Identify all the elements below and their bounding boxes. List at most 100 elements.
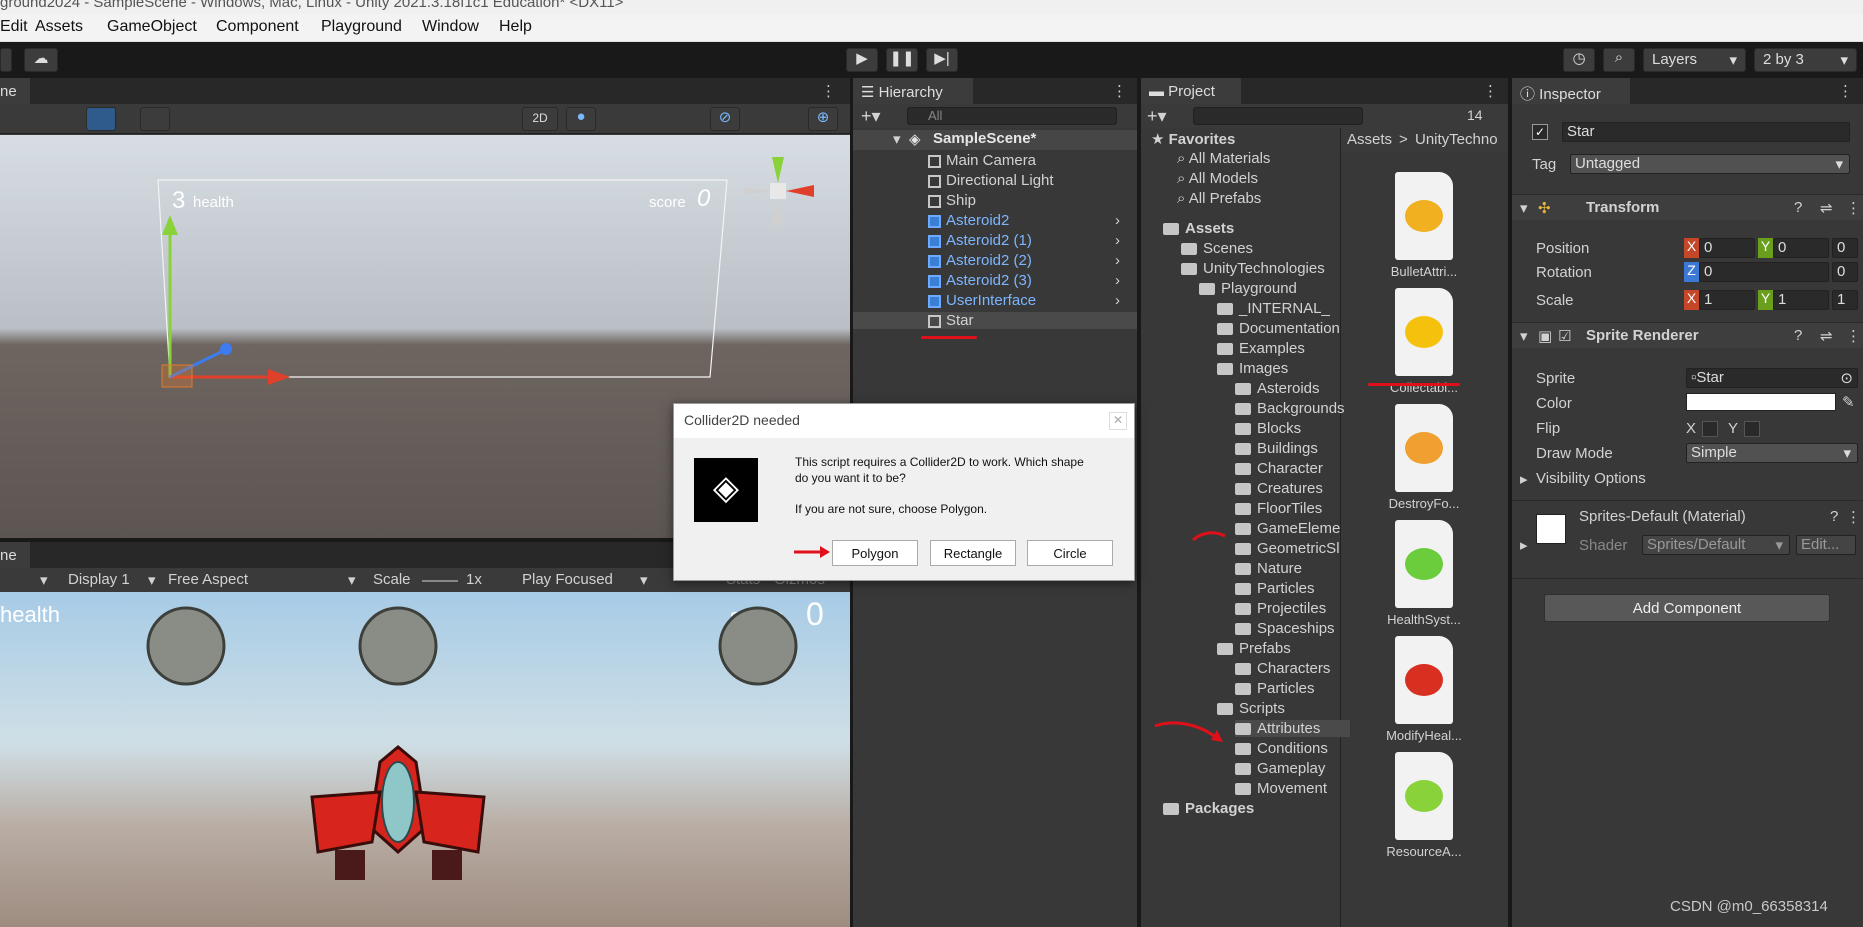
chevron-right-icon[interactable]: ›	[1115, 232, 1120, 249]
more-icon[interactable]: ⋮	[1846, 327, 1861, 345]
flip-x-checkbox[interactable]	[1702, 421, 1718, 437]
menu-playground[interactable]: Playground	[321, 18, 402, 36]
hierarchy-item[interactable]: Star	[853, 312, 1137, 329]
menu-window[interactable]: Window	[422, 18, 479, 36]
hierarchy-item[interactable]: UserInterface ›	[928, 292, 1128, 309]
tag-dropdown[interactable]: Untagged ▾	[1570, 154, 1850, 174]
step-button[interactable]: ▶|	[926, 48, 958, 72]
account-button[interactable]	[0, 48, 12, 72]
scale-z-field[interactable]: 1	[1832, 290, 1858, 310]
scale-slider[interactable]	[422, 580, 458, 582]
hierarchy-item[interactable]: Directional Light	[928, 172, 1128, 189]
scale-x-field[interactable]: 1	[1699, 290, 1755, 310]
play-mode-dropdown[interactable]: Play Focused	[522, 571, 613, 588]
help-icon[interactable]: ?	[1794, 199, 1802, 216]
shader-edit-button[interactable]: Edit...	[1796, 535, 1856, 555]
eyedropper-icon[interactable]: ✎	[1842, 393, 1855, 411]
hierarchy-item[interactable]: Main Camera	[928, 152, 1128, 169]
more-icon[interactable]: ⋮	[1112, 82, 1127, 100]
sprite-renderer-header[interactable]: ▾ ▣ ☑ Sprite Renderer ? ⇌ ⋮	[1512, 322, 1863, 348]
hierarchy-item[interactable]: Asteroid2 ›	[928, 212, 1128, 229]
grid-snap-icon[interactable]	[140, 107, 170, 131]
color-swatch[interactable]	[1686, 393, 1836, 411]
aspect-dropdown[interactable]: Free Aspect	[168, 571, 248, 588]
chevron-down-icon[interactable]: ▾	[893, 130, 901, 148]
game-viewport[interactable]: health score 0	[0, 592, 850, 927]
flip-y-checkbox[interactable]	[1744, 421, 1760, 437]
add-object-button[interactable]: +▾	[861, 106, 881, 127]
prefab-icon	[928, 214, 941, 228]
pivot-tool-icon[interactable]	[86, 107, 116, 131]
position-y-field[interactable]: 0	[1773, 238, 1829, 258]
tab-scene[interactable]: ne	[0, 78, 30, 104]
menu-help[interactable]: Help	[499, 18, 532, 36]
orientation-gizmo[interactable]	[744, 157, 814, 225]
display-dropdown[interactable]: Display 1	[68, 571, 130, 588]
object-picker-icon[interactable]: ⊙	[1840, 369, 1853, 387]
search-icon[interactable]: ⌕	[1603, 48, 1635, 72]
enabled-checkbox[interactable]: ☑	[1558, 327, 1571, 345]
hierarchy-item-label: Main Camera	[946, 152, 1037, 169]
help-icon[interactable]: ?	[1794, 327, 1802, 344]
draw-mode-dropdown[interactable]: Simple ▾	[1686, 443, 1858, 463]
menu-assets[interactable]: Assets	[35, 18, 83, 36]
gameobject-icon	[928, 194, 941, 208]
sprite-field[interactable]: ▫Star ⊙	[1686, 368, 1858, 388]
position-z-field[interactable]: 0	[1832, 238, 1858, 258]
transform-header[interactable]: ▾ ✣ Transform ? ⇌ ⋮	[1512, 194, 1863, 220]
chevron-right-icon[interactable]: ›	[1115, 292, 1120, 309]
play-button[interactable]: ▶	[846, 48, 878, 72]
gizmos-icon[interactable]: ⊕	[808, 107, 838, 131]
object-name-field[interactable]: Star	[1562, 122, 1850, 142]
rotation-label: Rotation	[1536, 264, 1592, 281]
visibility-icon[interactable]: ⊘	[710, 107, 740, 131]
polygon-button[interactable]: Polygon	[832, 540, 918, 566]
2d-toggle[interactable]: 2D	[522, 107, 558, 131]
preset-icon[interactable]: ⇌	[1820, 327, 1833, 345]
rotation-extra-field[interactable]: 0	[1832, 262, 1858, 282]
tab-game[interactable]: ne	[0, 542, 30, 568]
scene-root-row[interactable]: ▾ ◈ SampleScene*	[853, 130, 1137, 150]
shader-dropdown[interactable]: Sprites/Default ▾	[1642, 535, 1790, 555]
layers-dropdown[interactable]: Layers ▾	[1643, 48, 1746, 72]
hierarchy-item[interactable]: Asteroid2 (1) ›	[928, 232, 1128, 249]
chevron-down-icon[interactable]: ▾	[40, 571, 48, 589]
chevron-right-icon[interactable]: ›	[1115, 212, 1120, 229]
hierarchy-item[interactable]: Asteroid2 (3) ›	[928, 272, 1128, 289]
position-x-field[interactable]: 0	[1699, 238, 1755, 258]
preset-icon[interactable]: ⇌	[1820, 199, 1833, 217]
hierarchy-item[interactable]: Ship	[928, 192, 1128, 209]
menu-gameobject[interactable]: GameObject	[107, 18, 197, 36]
more-icon[interactable]: ⋮	[821, 82, 836, 100]
pause-button[interactable]: ❚❚	[886, 48, 918, 72]
divider	[1512, 578, 1863, 579]
more-icon[interactable]: ⋮	[1846, 508, 1861, 526]
chevron-right-icon[interactable]: ›	[1115, 272, 1120, 289]
menu-component[interactable]: Component	[216, 18, 299, 36]
more-icon[interactable]: ⋮	[1846, 199, 1861, 217]
rectangle-button[interactable]: Rectangle	[930, 540, 1016, 566]
visibility-options-foldout[interactable]: Visibility Options	[1536, 470, 1646, 487]
lighting-icon[interactable]: ●	[566, 107, 596, 131]
scale-y-field[interactable]: 1	[1773, 290, 1829, 310]
help-icon[interactable]: ?	[1830, 508, 1838, 525]
active-checkbox[interactable]: ✓	[1532, 124, 1548, 140]
chevron-right-icon[interactable]: ▸	[1520, 470, 1528, 488]
tab-hierarchy[interactable]: ☰ Hierarchy	[853, 78, 973, 104]
prefab-icon	[928, 254, 941, 268]
hierarchy-search-input[interactable]: All	[907, 107, 1117, 125]
circle-button[interactable]: Circle	[1027, 540, 1113, 566]
tab-inspector[interactable]: ⓘ Inspector	[1512, 78, 1630, 104]
rotation-z-field[interactable]: 0	[1699, 262, 1829, 282]
history-icon[interactable]: ◷	[1563, 48, 1595, 72]
chevron-right-icon[interactable]: ▸	[1520, 536, 1528, 554]
menu-bar: Edit Assets GameObject Component Playgro…	[0, 14, 1863, 42]
cloud-icon[interactable]: ☁	[24, 48, 58, 72]
chevron-right-icon[interactable]: ›	[1115, 252, 1120, 269]
layout-dropdown[interactable]: 2 by 3 ▾	[1754, 48, 1857, 72]
more-icon[interactable]: ⋮	[1838, 82, 1853, 100]
menu-edit[interactable]: Edit	[0, 18, 28, 36]
add-component-button[interactable]: Add Component	[1544, 594, 1830, 622]
hierarchy-item[interactable]: Asteroid2 (2) ›	[928, 252, 1128, 269]
close-icon[interactable]: ✕	[1109, 412, 1127, 430]
